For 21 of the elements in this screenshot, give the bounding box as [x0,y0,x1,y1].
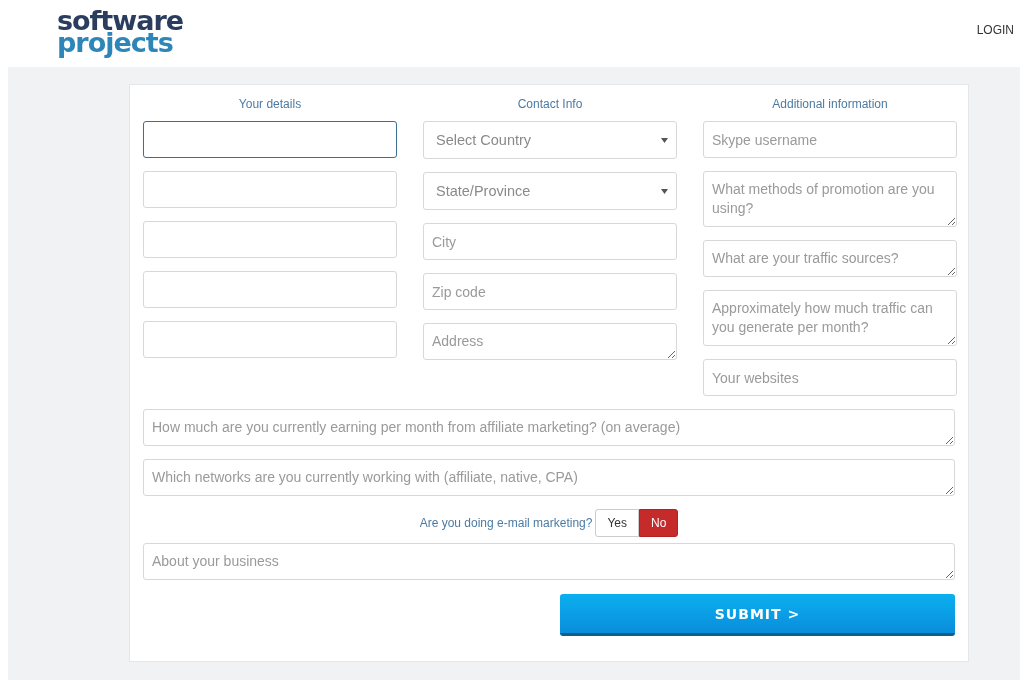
caret-icon [661,137,668,143]
login-link[interactable]: LOGIN [976,23,1014,37]
wide-text-area[interactable]: About your business [143,543,955,580]
logo-text[interactable]: software [57,10,184,32]
text-area[interactable]: Address [423,323,677,360]
text-area[interactable]: What are your traffic sources? [703,240,957,277]
text-area[interactable]: What methods of promotion are you using? [703,171,957,227]
toggle-option[interactable]: No [639,509,679,537]
text-field[interactable] [143,121,397,158]
wide-text-area[interactable]: How much are you currently earning per month from affiliate marketing? (on average) [143,409,955,446]
text-area[interactable]: Approximately how much traffic can you generate per month? [703,290,957,346]
select-dropdown[interactable]: Select Country [423,121,677,159]
column-heading: Your details [237,97,303,110]
wide-text-area[interactable]: Which networks are you currently working with (affiliate, native, CPA) [143,459,955,496]
question-label: Are you doing e-mail marketing? [419,516,593,530]
column-heading: Additional information [771,97,889,110]
toggle-option[interactable]: Yes [595,509,639,537]
submit-button[interactable]: SUBMIT > [560,594,955,636]
select-dropdown[interactable]: State/Province [423,172,677,210]
caret-icon [661,188,668,194]
column-heading: Contact Info [516,97,584,110]
